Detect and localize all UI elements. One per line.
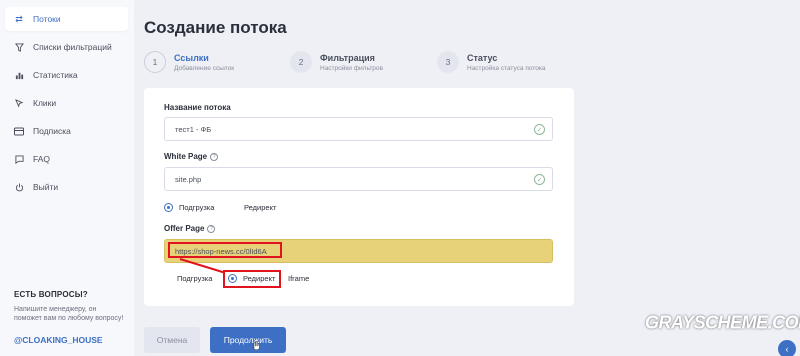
bar-chart-icon: [14, 70, 24, 80]
highlight-url-box: [168, 242, 282, 258]
sidebar-item-clicks[interactable]: Клики: [5, 91, 128, 115]
sidebar-item-flows[interactable]: ⇄ Потоки: [5, 7, 128, 31]
sidebar-item-label: Клики: [33, 98, 57, 108]
power-icon: [14, 182, 24, 192]
help-contact-link[interactable]: @CLOAKING_HOUSE: [14, 335, 103, 345]
hand-cursor-icon: [253, 340, 260, 350]
offer-page-label: Offer Page ?: [164, 224, 216, 233]
help-icon[interactable]: ?: [210, 152, 219, 161]
page-title: Создание потока: [144, 18, 287, 37]
step-number: 2: [290, 51, 312, 73]
white-radio-load[interactable]: Подгрузка: [164, 203, 214, 212]
chat-widget-icon[interactable]: ‹: [778, 340, 796, 356]
step-subtitle: Добавление ссылок: [174, 65, 235, 72]
check-icon: ✓: [534, 124, 545, 135]
step-label: Статус: [467, 53, 498, 63]
help-title: ЕСТЬ ВОПРОСЫ?: [14, 290, 88, 299]
chat-icon: [14, 154, 24, 164]
radio-label: Iframe: [288, 274, 310, 283]
check-icon: ✓: [534, 174, 545, 185]
cancel-button[interactable]: Отмена: [144, 327, 200, 353]
radio-icon: [229, 203, 238, 212]
sidebar-item-faq[interactable]: FAQ: [5, 147, 128, 171]
step-subtitle: Настройки фильтров: [320, 65, 383, 72]
offer-radio-iframe[interactable]: Iframe: [288, 274, 309, 283]
sidebar-item-statistics[interactable]: Статистика: [5, 63, 128, 87]
flow-name-value: тест1 - ФБ: [175, 124, 212, 134]
sidebar-item-label: Списки фильтраций: [33, 42, 112, 52]
sync-icon: ⇄: [15, 13, 23, 24]
sidebar-item-label: Выйти: [33, 182, 59, 192]
offer-radio-load[interactable]: Подгрузка: [177, 274, 212, 283]
card-icon: [14, 126, 24, 136]
flow-name-input[interactable]: тест1 - ФБ ✓: [164, 117, 553, 141]
radio-label: Подгрузка: [179, 203, 215, 212]
continue-button[interactable]: Продолжить: [210, 327, 286, 353]
radio-icon: [164, 203, 173, 212]
cursor-icon: [14, 98, 24, 108]
help-text: Напишите менеджеру, он поможет вам по лю…: [14, 306, 124, 322]
sidebar-item-label: Потоки: [33, 14, 61, 24]
watermark: GRAYSCHEME.COM: [645, 311, 800, 333]
sidebar: ⇄ Потоки Списки фильтраций Статистика Кл…: [0, 0, 134, 356]
offer-page-label-text: Offer Page: [164, 224, 205, 233]
flow-name-label-text: Название потока: [164, 103, 231, 112]
white-radio-redirect[interactable]: Редирект: [229, 203, 276, 212]
sidebar-item-label: Статистика: [33, 70, 78, 80]
help-icon[interactable]: ?: [207, 224, 216, 233]
sidebar-item-logout[interactable]: Выйти: [5, 175, 128, 199]
flow-name-label: Название потока: [164, 103, 231, 112]
white-page-value: site.php: [175, 174, 202, 184]
radio-label: Редирект: [244, 203, 277, 212]
step-label: Фильтрация: [320, 53, 375, 63]
radio-label: Подгрузка: [177, 274, 213, 283]
white-page-input[interactable]: site.php ✓: [164, 167, 553, 191]
sidebar-item-label: FAQ: [33, 154, 51, 164]
step-number: 3: [437, 51, 459, 73]
white-page-label: White Page ?: [164, 152, 219, 161]
sidebar-item-subscription[interactable]: Подписка: [5, 119, 128, 143]
step-label: Ссылки: [174, 53, 209, 63]
step-number: 1: [144, 51, 166, 73]
filter-icon: [14, 42, 24, 52]
highlight-redirect-box: [223, 270, 281, 288]
step-subtitle: Настройка статуса потока: [467, 65, 546, 72]
white-page-label-text: White Page: [164, 152, 208, 161]
sidebar-item-label: Подписка: [33, 126, 71, 136]
sidebar-item-filter-lists[interactable]: Списки фильтраций: [5, 35, 128, 59]
